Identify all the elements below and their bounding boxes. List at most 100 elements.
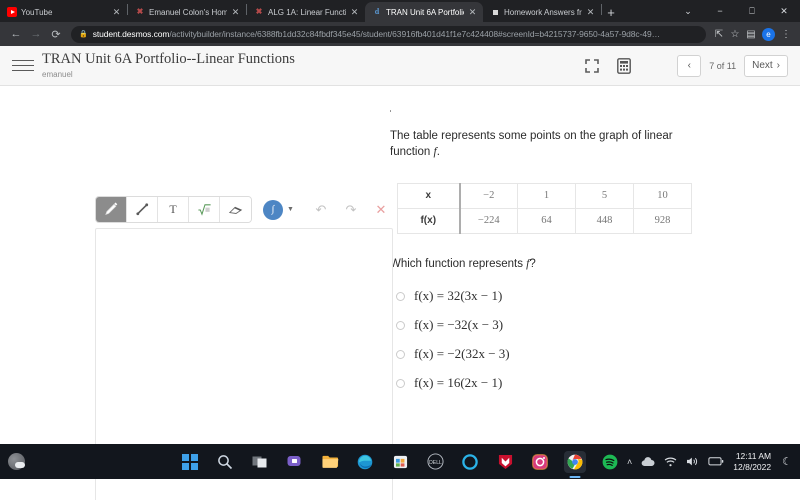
system-tray: ˄ 12:11 AM 12/8/2022 ☾ bbox=[627, 451, 792, 472]
sketch-pane: T ∫ ▼ ↶ ↷ ✕ bbox=[0, 86, 393, 500]
choice-label: f(x) = −2(32x − 3) bbox=[414, 346, 510, 362]
address-bar[interactable]: 🔒 student.desmos.com/activitybuilder/ins… bbox=[71, 25, 706, 43]
answer-choice-4[interactable]: f(x) = 16(2x − 1) bbox=[390, 369, 730, 398]
radio-button[interactable] bbox=[396, 378, 405, 388]
tool-group: T bbox=[95, 196, 252, 223]
start-button[interactable] bbox=[179, 451, 201, 473]
question-number: #9. bbox=[390, 100, 730, 116]
activity-header: TRAN Unit 6A Portfolio--Linear Functions… bbox=[0, 46, 800, 86]
cortana-icon[interactable] bbox=[459, 451, 481, 473]
previous-screen-button[interactable]: ‹ bbox=[677, 54, 702, 77]
choice-label: f(x) = 16(2x − 1) bbox=[414, 375, 503, 391]
next-screen-button[interactable]: Next › bbox=[744, 54, 788, 77]
browser-tab-homework-answers[interactable]: Homework Answers from ✕ bbox=[483, 2, 601, 22]
battery-icon[interactable] bbox=[708, 457, 724, 466]
spotify-icon[interactable] bbox=[599, 451, 621, 473]
new-tab-button[interactable]: + bbox=[602, 3, 620, 21]
browser-menu-icon[interactable]: ⋮ bbox=[778, 26, 794, 42]
browser-tab-strip: YouTube ✕ ✖ Emanuel Colon's Home P ✕ ✖ A… bbox=[0, 0, 800, 22]
svg-text:DELL: DELL bbox=[429, 460, 442, 466]
maximize-button[interactable]: ⎕ bbox=[736, 0, 768, 22]
wifi-icon[interactable] bbox=[664, 457, 677, 467]
notifications-icon[interactable]: ☾ bbox=[782, 455, 792, 468]
side-panel-icon[interactable]: ▤ bbox=[743, 26, 759, 42]
tab-title: Emanuel Colon's Home P bbox=[149, 7, 227, 17]
browser-toolbar: ← → ⟳ 🔒 student.desmos.com/activitybuild… bbox=[0, 22, 800, 46]
tab-title: Homework Answers from bbox=[504, 7, 582, 17]
minimize-button[interactable]: − bbox=[704, 0, 736, 22]
tab-title: TRAN Unit 6A Portfolio--L bbox=[386, 7, 464, 17]
clear-sketch-button[interactable]: ✕ bbox=[366, 197, 396, 222]
forward-button[interactable]: → bbox=[26, 24, 46, 44]
teams-icon[interactable] bbox=[284, 451, 306, 473]
youtube-icon bbox=[7, 7, 17, 17]
table-cell: 10 bbox=[633, 182, 692, 209]
browser-tab-youtube[interactable]: YouTube ✕ bbox=[0, 2, 127, 22]
cloud-icon[interactable] bbox=[641, 456, 655, 467]
question-suffix: ? bbox=[529, 257, 536, 270]
tab-close-icon[interactable]: ✕ bbox=[112, 7, 121, 17]
table-cell: 5 bbox=[575, 182, 634, 209]
question-prefix: Which function represents bbox=[390, 257, 527, 270]
clock-time: 12:11 AM bbox=[735, 450, 772, 461]
close-window-button[interactable]: ✕ bbox=[768, 0, 800, 22]
reload-button[interactable]: ⟳ bbox=[46, 24, 66, 44]
volume-icon[interactable] bbox=[686, 456, 699, 467]
answer-choice-2[interactable]: f(x) = −32(x − 3) bbox=[390, 311, 730, 340]
eraser-tool[interactable] bbox=[220, 197, 251, 222]
tab-close-icon[interactable]: ✕ bbox=[231, 7, 240, 17]
tab-close-icon[interactable]: ✕ bbox=[586, 7, 595, 17]
expand-icon[interactable] bbox=[585, 58, 600, 73]
answer-choice-3[interactable]: f(x) = −2(32x − 3) bbox=[390, 340, 730, 369]
row-header-x: x bbox=[397, 182, 461, 209]
tab-close-icon[interactable]: ✕ bbox=[350, 7, 359, 17]
browser-tab-tran-unit-6a[interactable]: d TRAN Unit 6A Portfolio--L ✕ bbox=[365, 2, 483, 22]
clock[interactable]: 12:11 AM 12/8/2022 bbox=[733, 451, 771, 472]
tray-expand-icon[interactable]: ˄ bbox=[627, 457, 632, 467]
back-button[interactable]: ← bbox=[6, 24, 26, 44]
pager: ‹ 7 of 11 Next › bbox=[677, 54, 788, 77]
instagram-icon[interactable] bbox=[529, 451, 551, 473]
chevron-right-icon: › bbox=[776, 60, 780, 71]
profile-avatar[interactable]: e bbox=[762, 27, 775, 41]
redo-button[interactable]: ↷ bbox=[336, 197, 366, 222]
calculator-icon[interactable] bbox=[617, 57, 632, 74]
tab-title: YouTube bbox=[21, 7, 53, 17]
tab-title: ALG 1A: Linear Functions bbox=[268, 7, 346, 17]
value-table: x −2 1 5 10 f(x) −224 64 448 928 bbox=[397, 182, 692, 234]
file-explorer-icon[interactable] bbox=[319, 451, 341, 473]
menu-icon[interactable] bbox=[12, 56, 34, 75]
text-tool[interactable]: T bbox=[158, 197, 189, 222]
mcafee-icon[interactable] bbox=[494, 451, 516, 473]
tab-close-icon[interactable]: ✕ bbox=[468, 7, 477, 17]
share-icon[interactable]: ⇱ bbox=[711, 26, 727, 42]
line-tool[interactable] bbox=[127, 197, 158, 222]
browser-tab-alg1a[interactable]: ✖ ALG 1A: Linear Functions ✕ bbox=[247, 2, 365, 22]
edge-icon[interactable] bbox=[354, 451, 376, 473]
radio-button[interactable] bbox=[396, 291, 405, 301]
search-icon[interactable] bbox=[214, 451, 236, 473]
math-tool[interactable] bbox=[189, 197, 220, 222]
table-cell: −224 bbox=[459, 207, 518, 234]
dell-icon[interactable]: DELL bbox=[424, 451, 446, 473]
page-title: TRAN Unit 6A Portfolio--Linear Functions bbox=[42, 51, 295, 68]
task-view-icon[interactable] bbox=[249, 451, 271, 473]
radio-button[interactable] bbox=[396, 349, 405, 359]
undo-button[interactable]: ↶ bbox=[306, 197, 336, 222]
lock-icon: 🔒 bbox=[79, 31, 88, 38]
color-picker-swatch[interactable]: ∫ bbox=[263, 199, 283, 220]
chrome-icon[interactable] bbox=[564, 450, 586, 473]
student-name: emanuel bbox=[42, 69, 73, 79]
bookmark-star-icon[interactable]: ☆ bbox=[727, 26, 743, 42]
choice-label: f(x) = −32(x − 3) bbox=[414, 317, 504, 333]
chevron-down-icon[interactable]: ▼ bbox=[287, 206, 294, 213]
url-domain: student.desmos.com bbox=[92, 29, 170, 39]
store-icon[interactable] bbox=[389, 451, 411, 473]
tab-search-icon[interactable]: ⌄ bbox=[672, 0, 704, 22]
url-path: /activitybuilder/instance/6388fb1dd32c84… bbox=[169, 29, 660, 39]
table-cell: 1 bbox=[517, 182, 576, 209]
browser-tab-emanuel-colon[interactable]: ✖ Emanuel Colon's Home P ✕ bbox=[128, 2, 246, 22]
answer-choice-1[interactable]: f(x) = 32(3x − 1) bbox=[390, 282, 730, 311]
radio-button[interactable] bbox=[396, 320, 405, 330]
pencil-tool[interactable] bbox=[96, 197, 127, 222]
